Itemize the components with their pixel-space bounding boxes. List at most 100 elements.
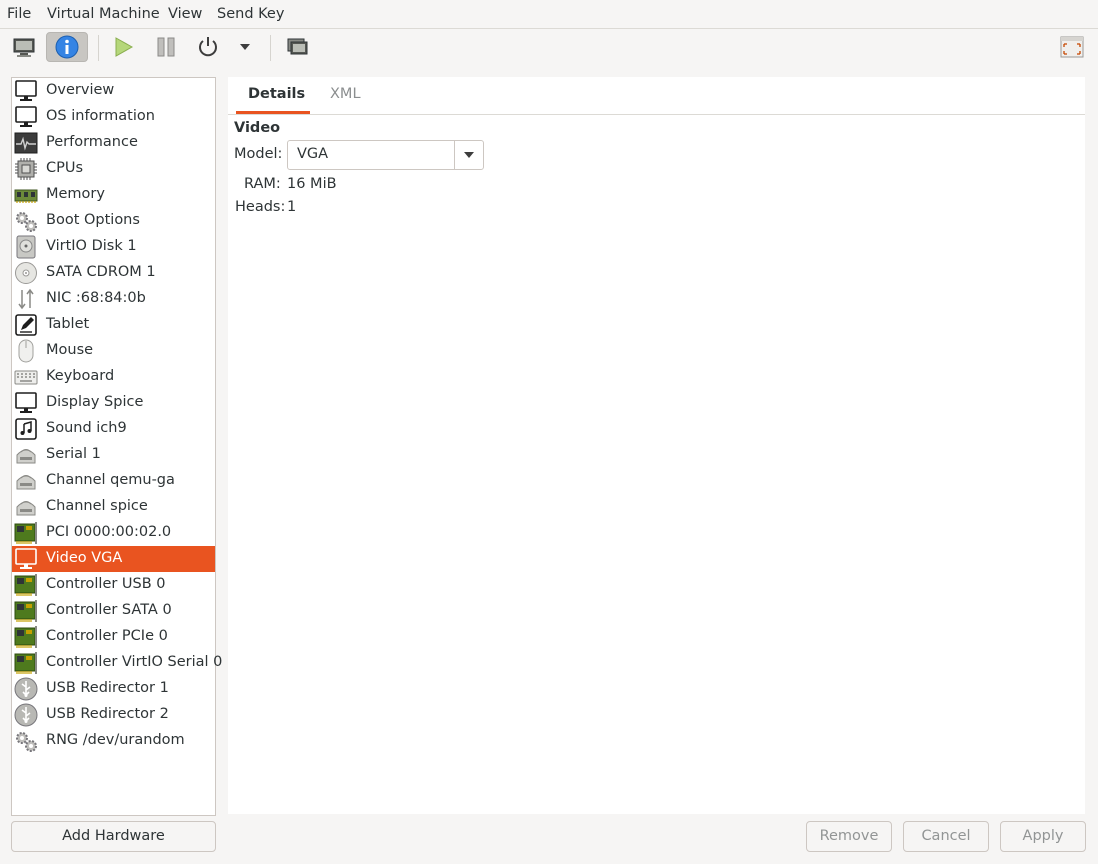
sound-icon (14, 417, 38, 441)
sidebar-item[interactable]: Sound ich9 (12, 416, 215, 442)
section-title: Video (234, 120, 281, 136)
active-tab-indicator (236, 111, 310, 114)
sidebar-item-label: Memory (46, 186, 105, 202)
model-value: VGA (297, 146, 329, 162)
sidebar-item-label: Keyboard (46, 368, 115, 384)
sidebar-item[interactable]: USB Redirector 2 (12, 702, 215, 728)
model-label: Model: (234, 146, 283, 162)
sidebar-item[interactable]: SATA CDROM 1 (12, 260, 215, 286)
toolbar-separator (98, 35, 99, 61)
sidebar-item-label: USB Redirector 1 (46, 680, 169, 696)
sidebar-item[interactable]: Controller SATA 0 (12, 598, 215, 624)
tab-xml[interactable]: XML (330, 86, 361, 102)
tab-details[interactable]: Details (248, 86, 305, 102)
sidebar-item[interactable]: USB Redirector 1 (12, 676, 215, 702)
hardware-list[interactable]: Overview OS information Performance CPUs Mem… (11, 77, 222, 816)
sidebar-item[interactable]: PCI 0000:00:02.0 (12, 520, 215, 546)
details-icon (55, 35, 79, 59)
sidebar-item[interactable]: CPUs (12, 156, 215, 182)
menu-view[interactable]: View (168, 6, 202, 22)
monitor-icon (14, 547, 38, 571)
menu-file[interactable]: File (7, 6, 31, 22)
run-button[interactable] (108, 32, 138, 62)
usb-icon (14, 677, 38, 701)
sidebar-item[interactable]: Serial 1 (12, 442, 215, 468)
memory-icon (14, 183, 38, 207)
details-button[interactable] (46, 32, 88, 62)
sidebar-item[interactable]: Channel qemu-ga (12, 468, 215, 494)
sidebar-item-label: Sound ich9 (46, 420, 127, 436)
monitor-icon (14, 79, 38, 103)
heads-value: 1 (287, 199, 297, 215)
sidebar-item-label: Controller SATA 0 (46, 602, 172, 618)
cancel-button[interactable]: Cancel (903, 821, 989, 852)
sidebar-item-label: Performance (46, 134, 138, 150)
menu-bar: File Virtual Machine View Send Key (0, 0, 1098, 29)
serial-icon (14, 469, 38, 493)
sidebar-item-label: Serial 1 (46, 446, 101, 462)
gears-icon (14, 729, 38, 753)
heads-label: Heads: (235, 199, 286, 215)
sidebar-item[interactable]: VirtIO Disk 1 (12, 234, 215, 260)
fullscreen-icon (1060, 36, 1084, 58)
sidebar-item[interactable]: Display Spice (12, 390, 215, 416)
sidebar-item[interactable]: Tablet (12, 312, 215, 338)
sidebar-item[interactable]: Overview (12, 78, 215, 104)
console-button[interactable] (9, 32, 39, 62)
snapshots-button[interactable] (282, 32, 312, 62)
sidebar-item[interactable]: OS information (12, 104, 215, 130)
sidebar-item-label: Channel spice (46, 498, 148, 514)
sidebar-item[interactable]: Keyboard (12, 364, 215, 390)
sidebar-item-label: Mouse (46, 342, 94, 358)
pause-icon (157, 37, 175, 57)
chevron-down-icon (464, 152, 474, 158)
run-icon (115, 37, 134, 57)
keyboard-icon (14, 365, 38, 389)
sidebar-item[interactable]: Video VGA (12, 546, 215, 572)
sidebar-item[interactable]: Controller USB 0 (12, 572, 215, 598)
performance-icon (14, 131, 38, 155)
serial-icon (14, 495, 38, 519)
sidebar-item[interactable]: NIC :68:84:0b (12, 286, 215, 312)
fullscreen-button[interactable] (1057, 32, 1087, 62)
apply-button[interactable]: Apply (1000, 821, 1086, 852)
sidebar-item[interactable]: Memory (12, 182, 215, 208)
model-select[interactable]: VGA (287, 140, 484, 170)
sidebar-item-label: SATA CDROM 1 (46, 264, 156, 280)
console-icon (13, 38, 35, 57)
shutdown-button[interactable] (193, 32, 223, 62)
remove-button[interactable]: Remove (806, 821, 892, 852)
sidebar-item[interactable]: Controller PCIe 0 (12, 624, 215, 650)
disk-icon (14, 235, 38, 259)
mouse-icon (14, 339, 38, 363)
snapshots-icon (287, 38, 308, 55)
ram-label: RAM: (244, 176, 281, 192)
pci-card-icon (14, 521, 38, 545)
monitor-icon (14, 391, 38, 415)
sidebar-item[interactable]: Boot Options (12, 208, 215, 234)
network-icon (14, 287, 38, 311)
sidebar-item[interactable]: Mouse (12, 338, 215, 364)
sidebar-item-label: Tablet (46, 316, 90, 332)
sidebar-item[interactable]: RNG /dev/urandom (12, 728, 215, 754)
menu-virtual-machine[interactable]: Virtual Machine (47, 6, 160, 22)
sidebar-item[interactable]: Performance (12, 130, 215, 156)
shutdown-menu-button[interactable] (231, 32, 259, 62)
monitor-icon (14, 105, 38, 129)
sidebar-item-label: CPUs (46, 160, 84, 176)
sidebar-item-label: Controller VirtIO Serial 0 (46, 654, 223, 670)
sidebar-item[interactable]: Channel spice (12, 494, 215, 520)
model-dropdown-button[interactable] (454, 141, 483, 169)
sidebar-item-label: VirtIO Disk 1 (46, 238, 137, 254)
tablet-icon (14, 313, 38, 337)
usb-icon (14, 703, 38, 727)
pause-button[interactable] (151, 32, 181, 62)
pci-card-icon (14, 573, 38, 597)
sidebar-item-label: Controller USB 0 (46, 576, 166, 592)
sidebar-item-label: NIC :68:84:0b (46, 290, 146, 306)
sidebar-item[interactable]: Controller VirtIO Serial 0 (12, 650, 222, 676)
toolbar-separator (270, 35, 271, 61)
toolbar (0, 29, 1098, 67)
add-hardware-button[interactable]: Add Hardware (11, 821, 216, 852)
menu-send-key[interactable]: Send Key (217, 6, 284, 22)
